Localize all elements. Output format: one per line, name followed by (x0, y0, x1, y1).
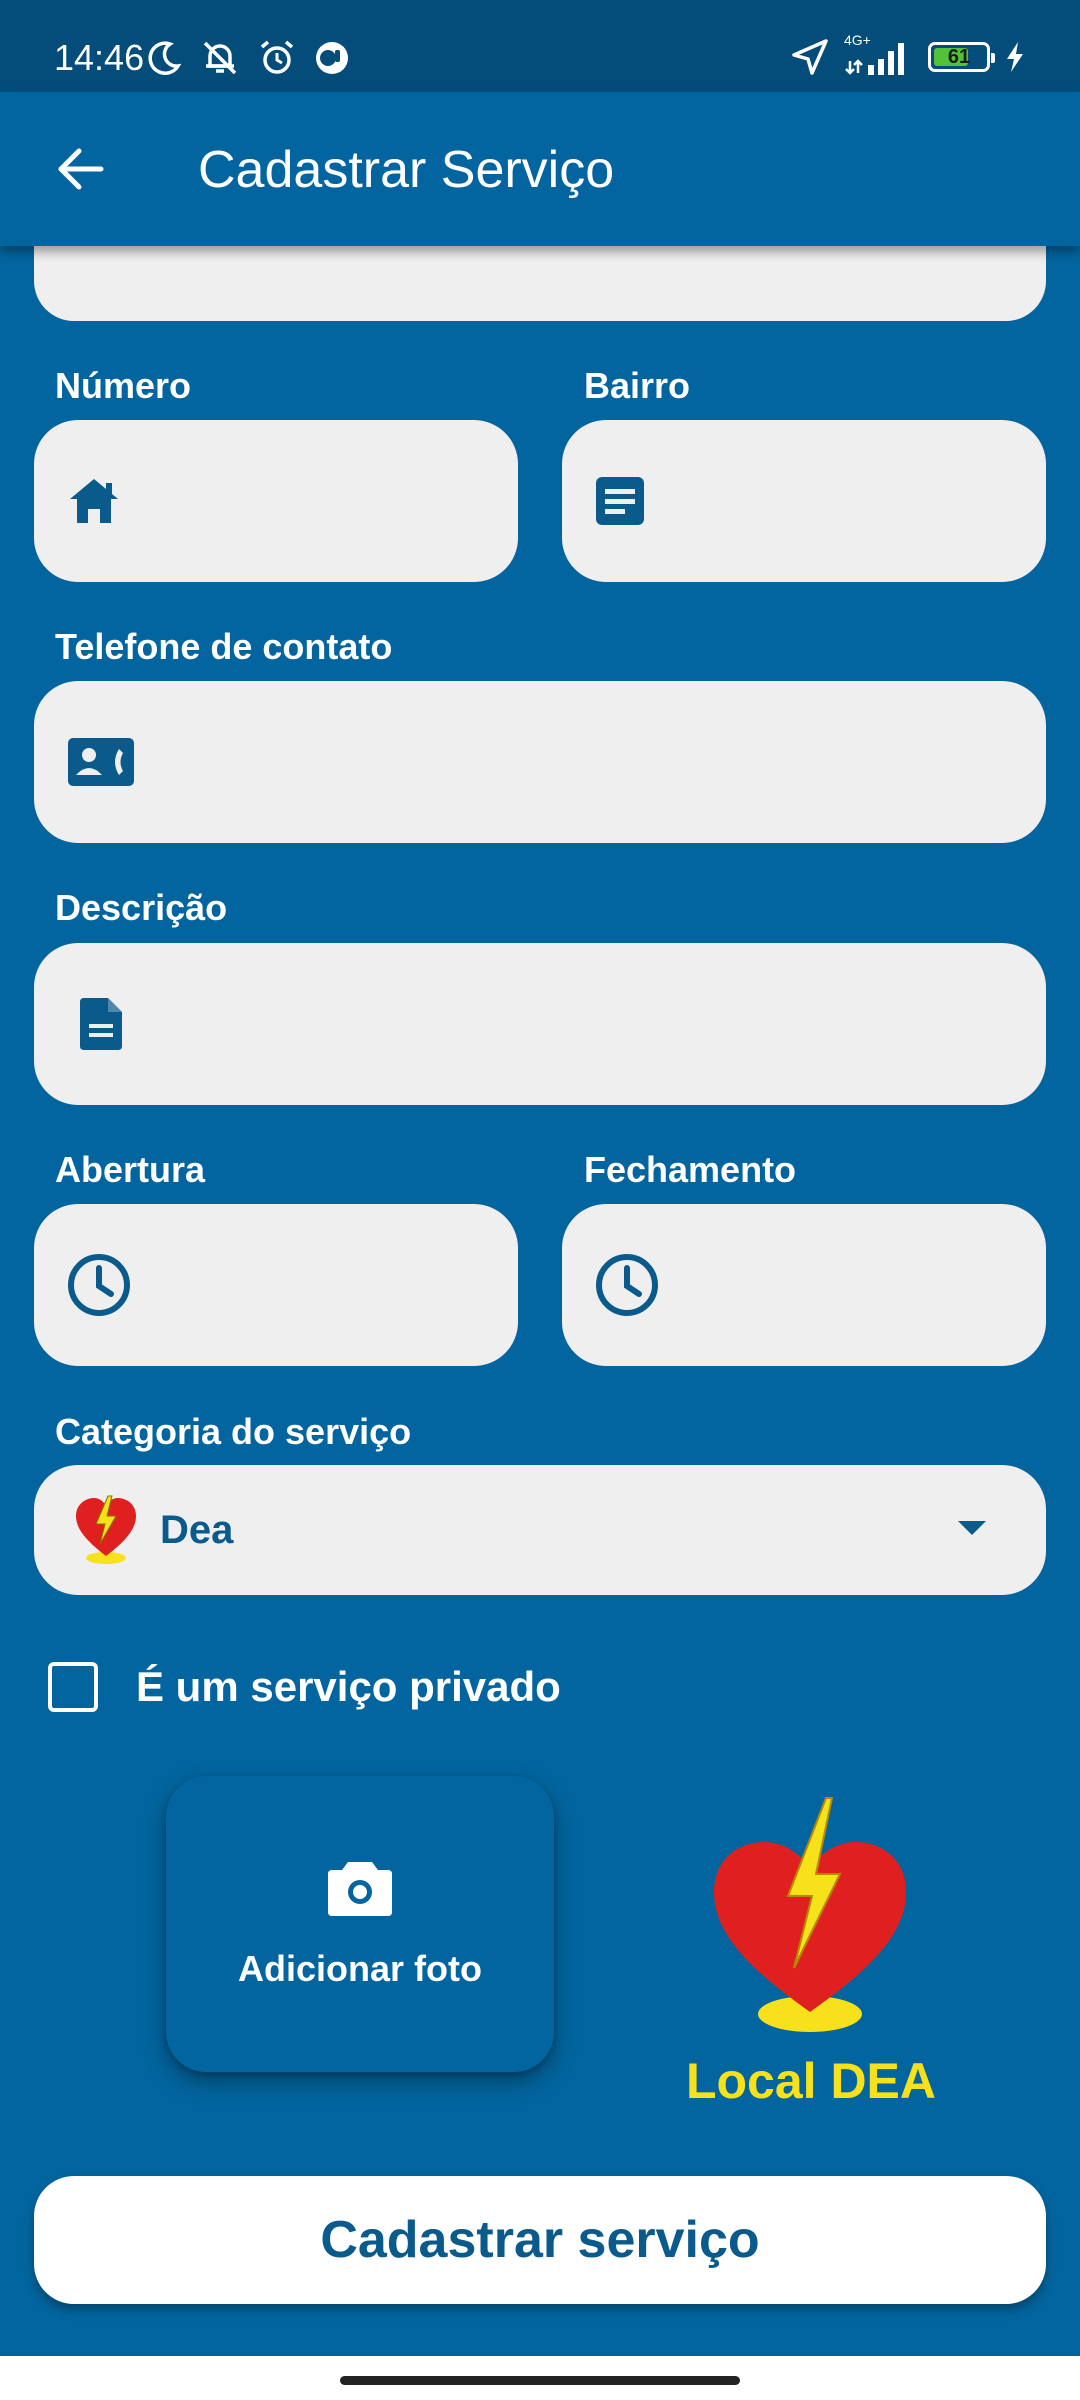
arrow-left-icon (58, 148, 104, 190)
private-service-checkbox[interactable] (48, 1662, 98, 1712)
private-service-label: É um serviço privado (136, 1663, 561, 1710)
cadastrar-servico-button[interactable]: Cadastrar serviço (34, 2176, 1046, 2304)
descricao-input[interactable] (136, 943, 1046, 1105)
descricao-field[interactable] (34, 943, 1046, 1105)
previous-field-clipped[interactable] (34, 246, 1046, 321)
signal-icon (845, 43, 904, 75)
article-icon (594, 466, 646, 536)
status-time: 14:46 (54, 37, 145, 78)
categoria-dropdown[interactable]: Dea (34, 1465, 1046, 1595)
fechamento-field[interactable] (562, 1204, 1080, 1366)
add-photo-label: Adicionar foto (238, 1948, 482, 1989)
abertura-input[interactable] (132, 1204, 617, 1366)
contact-phone-icon (66, 727, 136, 797)
categoria-label: Categoria do serviço (55, 1411, 412, 1452)
clock-icon (66, 1250, 132, 1320)
fechamento-label: Fechamento (584, 1149, 797, 1190)
app-bar: Cadastrar Serviço (0, 92, 1080, 246)
battery-level: 61 (947, 45, 971, 68)
numero-input[interactable] (122, 420, 607, 582)
bell-off-icon (203, 41, 237, 75)
categoria-selected-value: Dea (160, 1507, 234, 1552)
fechamento-input[interactable] (660, 1204, 1080, 1366)
dropdown-arrow-icon (958, 1521, 986, 1535)
descricao-label: Descrição (55, 887, 228, 928)
clock-icon (594, 1250, 660, 1320)
back-button[interactable] (40, 129, 120, 209)
add-photo-button[interactable]: Adicionar foto (166, 1776, 554, 2072)
moon-icon (148, 41, 182, 75)
bairro-field[interactable] (562, 420, 1080, 582)
status-bar: 14:46 4G+ 61 (0, 0, 1080, 92)
dea-heart-icon (76, 1495, 136, 1564)
bairro-label: Bairro (584, 365, 691, 406)
cadastrar-servico-label: Cadastrar serviço (320, 2211, 760, 2269)
battery-icon: 61 (928, 42, 995, 72)
form-content: Número Bairro Telefone de contato Descri… (0, 246, 1080, 2356)
description-icon (66, 989, 136, 1059)
signal-indicator: 4G+ (844, 33, 914, 77)
status-left-icons (148, 36, 350, 80)
location-arrow-icon (792, 39, 828, 75)
system-nav-bar (0, 2356, 1080, 2400)
numero-label: Número (55, 365, 192, 406)
telefone-field[interactable] (34, 681, 1046, 843)
charging-icon (1007, 42, 1023, 72)
page-title: Cadastrar Serviço (198, 141, 615, 199)
numero-field[interactable] (34, 420, 607, 582)
home-indicator[interactable] (340, 2376, 740, 2385)
status-right-icons: 4G+ 61 (790, 33, 1026, 80)
telefone-input[interactable] (136, 681, 1046, 843)
dea-heart-icon (714, 1797, 906, 2032)
private-service-row[interactable]: É um serviço privado (48, 1652, 561, 1722)
abertura-field[interactable] (34, 1204, 617, 1366)
home-icon (66, 466, 122, 536)
dea-preview: Local DEA (680, 1796, 942, 2116)
telefone-label: Telefone de contato (55, 626, 393, 667)
dea-caption: Local DEA (685, 2053, 937, 2109)
bairro-input[interactable] (646, 420, 1080, 582)
app-notification-icon (316, 42, 348, 74)
abertura-label: Abertura (55, 1149, 206, 1190)
camera-icon (328, 1862, 392, 1916)
alarm-icon (260, 40, 294, 74)
